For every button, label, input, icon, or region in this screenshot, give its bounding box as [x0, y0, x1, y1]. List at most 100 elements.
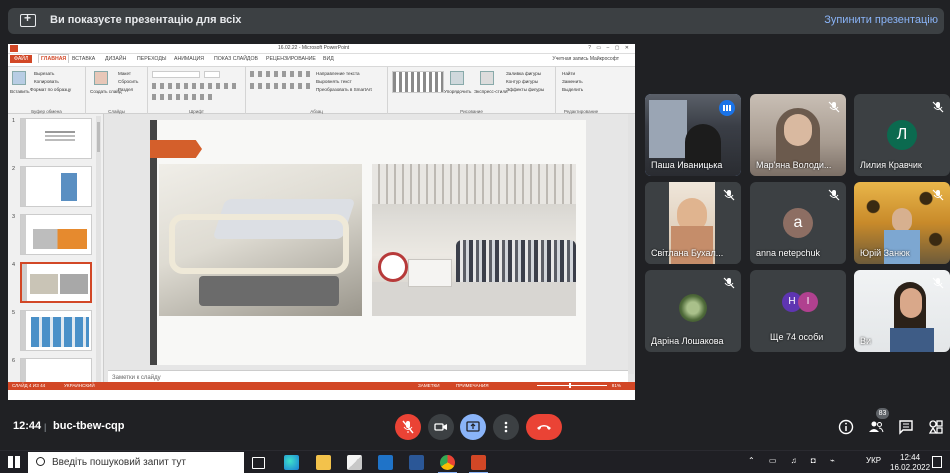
participant-tile[interactable]: Світлана Бухал... — [645, 182, 741, 264]
powerpoint-statusbar: СЛАЙД 4 ИЗ 44 УКРАИНСКИЙ ЗАМЕТКИ ПРИМЕЧА… — [8, 382, 635, 390]
thumbnail-scrollbar[interactable] — [96, 116, 101, 386]
windows-start-icon[interactable] — [8, 456, 20, 468]
layout-button[interactable]: Макет — [118, 71, 131, 76]
tab-view[interactable]: ВИД — [323, 56, 334, 62]
window-controls[interactable]: ? ▭ – ▢ ✕ — [588, 45, 631, 51]
paste-button[interactable]: Вставить — [10, 89, 29, 94]
shape-effects-button[interactable]: Эффекты фигуры — [506, 87, 544, 92]
slide-number: 5 — [12, 310, 16, 316]
section-button[interactable]: Раздел — [118, 87, 133, 92]
cut-button[interactable]: Вырезать — [34, 71, 54, 76]
word-icon[interactable] — [409, 455, 424, 470]
format-painter-button[interactable]: Формат по образцу — [30, 87, 71, 92]
slide-thumbnail[interactable] — [20, 310, 92, 351]
participant-name: Мар'яна Володи... — [756, 160, 832, 170]
camera-toggle-button[interactable] — [428, 414, 454, 440]
language-indicator[interactable]: УКРАИНСКИЙ — [64, 383, 95, 388]
slide-number: 1 — [12, 118, 16, 124]
text-direction-button[interactable]: Направление текста — [316, 71, 360, 76]
zoom-level[interactable]: 81% — [612, 383, 621, 388]
tab-design[interactable]: ДИЗАЙН — [105, 56, 126, 62]
tab-insert[interactable]: ВСТАВКА — [72, 56, 95, 62]
slide-thumbnail[interactable] — [20, 118, 92, 159]
align-text-button[interactable]: Выровнять текст — [316, 79, 352, 84]
microphone-toggle-button[interactable] — [395, 414, 421, 440]
participant-tile[interactable]: Паша Иваницька — [645, 94, 741, 176]
file-explorer-icon[interactable] — [316, 455, 331, 470]
participant-tile[interactable]: Юрій Занюк — [854, 182, 950, 264]
font-name-dropdown[interactable] — [152, 71, 200, 78]
arrange-icon[interactable] — [450, 71, 464, 85]
font-size-dropdown[interactable] — [204, 71, 220, 78]
keyboard-language[interactable]: УКР — [866, 456, 881, 465]
mail-icon[interactable] — [378, 455, 393, 470]
tab-review[interactable]: РЕЦЕНЗИРОВАНИЕ — [266, 56, 316, 62]
leave-call-button[interactable] — [526, 414, 562, 440]
participant-name: Світлана Бухал... — [651, 248, 724, 258]
participant-tile[interactable]: a anna netepchuk — [750, 182, 846, 264]
font-color-buttons[interactable] — [152, 94, 212, 100]
task-view-icon[interactable] — [252, 457, 265, 469]
presenting-banner: Ви показуєте презентацію для всіх Зупини… — [8, 8, 944, 34]
presenting-message: Ви показуєте презентацію для всіх — [50, 14, 242, 26]
slide-thumbnail[interactable] — [20, 214, 92, 255]
quick-styles-button[interactable]: Экспресс-стили — [474, 89, 508, 94]
people-button[interactable] — [868, 419, 884, 435]
more-participants-tile[interactable]: Н І Ще 74 особи — [750, 270, 846, 352]
tab-animation[interactable]: АНИМАЦИЯ — [174, 56, 204, 62]
tab-home[interactable]: ГЛАВНАЯ — [38, 54, 70, 63]
arrange-button[interactable]: Упорядочить — [444, 89, 471, 94]
new-slide-button[interactable]: Создать слайд — [90, 89, 122, 94]
editor-area: 1 2 3 4 5 6 Заметки к слайду — [8, 114, 635, 390]
tab-file[interactable]: ФАЙЛ — [10, 55, 33, 63]
notifications-icon[interactable] — [932, 456, 942, 468]
find-button[interactable]: Найти — [562, 71, 575, 76]
powerpoint-icon[interactable] — [469, 455, 488, 473]
smartart-button[interactable]: Преобразовать в SmartArt — [316, 87, 372, 92]
shape-outline-button[interactable]: Контур фигуры — [506, 79, 538, 84]
system-clock[interactable]: 12:44 16.02.2022 — [890, 453, 930, 473]
participant-name: Паша Иваницька — [651, 160, 723, 170]
present-now-button[interactable] — [460, 414, 486, 440]
current-slide — [150, 120, 586, 365]
participant-tile[interactable]: Мар'яна Володи... — [750, 94, 846, 176]
slide-thumbnail-selected[interactable] — [20, 262, 92, 303]
tab-transitions[interactable]: ПЕРЕХОДЫ — [137, 56, 166, 62]
store-icon[interactable] — [347, 455, 362, 470]
list-buttons[interactable] — [250, 71, 310, 77]
chrome-icon[interactable] — [438, 455, 457, 473]
mic-off-icon — [932, 276, 944, 289]
system-tray-icons[interactable]: ⌃ ▭ ♫ ◘ ⌁ — [748, 456, 841, 465]
participant-tile[interactable]: Л Лилия Кравчик — [854, 94, 950, 176]
shapes-gallery[interactable] — [392, 71, 444, 93]
participant-tile[interactable]: Даріна Лошакова — [645, 270, 741, 352]
slide-scrollbar[interactable] — [628, 114, 634, 374]
select-button[interactable]: Выделить — [562, 87, 583, 92]
more-options-button[interactable] — [493, 414, 519, 440]
meeting-details-button[interactable] — [838, 419, 854, 435]
font-format-buttons[interactable] — [152, 83, 238, 89]
align-buttons[interactable] — [250, 83, 310, 89]
reset-button[interactable]: Сбросить — [118, 79, 138, 84]
slide-number: 6 — [12, 358, 16, 364]
meeting-code: buc-tbew-cqp — [53, 420, 125, 432]
activities-button[interactable] — [928, 419, 944, 435]
edge-browser-icon[interactable] — [284, 455, 299, 470]
account-label[interactable]: Учетная запись Майкрософт — [552, 56, 619, 62]
notes-toggle[interactable]: ЗАМЕТКИ — [418, 383, 440, 388]
slide-thumbnail[interactable] — [20, 166, 92, 207]
replace-button[interactable]: Заменить — [562, 79, 583, 84]
shape-fill-button[interactable]: Заливка фигуры — [506, 71, 541, 76]
taskbar-search-box[interactable]: Введіть пошуковий запит тут — [28, 452, 244, 473]
paste-icon[interactable] — [12, 71, 26, 85]
copy-button[interactable]: Копировать — [34, 79, 59, 84]
self-tile[interactable]: Ви — [854, 270, 950, 352]
zoom-slider[interactable] — [537, 383, 607, 388]
comments-toggle[interactable]: ПРИМЕЧАНИЯ — [456, 383, 489, 388]
slides-group: Создать слайд Макет Сбросить Раздел Слай… — [86, 67, 148, 115]
new-slide-icon[interactable] — [94, 71, 108, 85]
quick-styles-icon[interactable] — [480, 71, 494, 85]
stop-presenting-button[interactable]: Зупинити презентацію — [824, 14, 938, 26]
chat-button[interactable] — [898, 419, 914, 435]
tab-slideshow[interactable]: ПОКАЗ СЛАЙДОВ — [214, 56, 258, 62]
